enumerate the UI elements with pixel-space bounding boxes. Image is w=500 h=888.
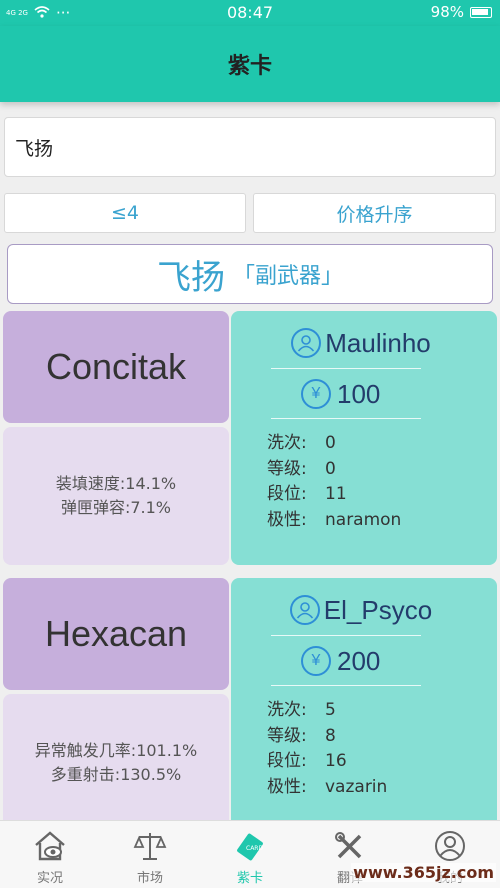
battery-icon: [470, 6, 492, 18]
price-display: ¥ 200: [301, 640, 380, 682]
riven-card[interactable]: Hexacan 异常触发几率:101.1% 多重射击:130.5% El_Psy…: [3, 578, 497, 838]
sort-filter-label: 价格升序: [336, 203, 413, 226]
detail-key: 洗次:: [267, 700, 307, 720]
riven-stat: 弹匣弹容:7.1%: [60, 498, 172, 517]
page-title: 紫卡: [227, 54, 272, 79]
detail-key: 等级:: [267, 458, 307, 479]
riven-details: 洗次: 0 等级: 0 段位: 11 极性: naramon: [267, 431, 401, 533]
tab-label: 紫卡: [236, 871, 263, 886]
detail-key: 段位:: [267, 751, 307, 771]
yen-icon: ¥: [301, 646, 331, 676]
price-value: 100: [337, 378, 381, 409]
seller-name: El_Psyco: [323, 594, 433, 625]
battery-percent: 98%: [430, 3, 464, 21]
riven-stat: 多重射击:130.5%: [50, 765, 182, 784]
riven-name: Concitak: [45, 346, 187, 387]
bottom-tab-bar: 实况 市场 CARD 紫卡 翻译 我的 www.365jz.com: [0, 820, 500, 888]
house-eye-icon: [32, 829, 68, 863]
detail-value: naramon: [325, 509, 402, 530]
detail-row: 极性: naramon: [267, 508, 401, 534]
seller-panel: Maulinho ¥ 100 洗次: 0 等级: 0 段位: 11 极性: naramo…: [231, 311, 497, 565]
detail-value: 5: [325, 700, 336, 720]
level-filter-button[interactable]: ≤4: [4, 193, 246, 233]
detail-key: 极性:: [267, 776, 307, 797]
detail-value: 0: [325, 433, 336, 453]
watermark: www.365jz.com: [351, 863, 496, 882]
detail-value: 11: [325, 484, 347, 504]
price-display: ¥ 100: [301, 373, 380, 415]
divider: [271, 685, 421, 686]
tab-riven[interactable]: CARD 紫卡: [200, 821, 300, 888]
user-icon: [432, 829, 468, 863]
yen-icon: ¥: [301, 379, 331, 409]
detail-row: 等级: 0: [267, 457, 401, 483]
detail-key: 等级:: [267, 725, 307, 746]
detail-row: 段位: 16: [267, 749, 387, 775]
divider: [271, 635, 421, 636]
detail-row: 极性: vazarin: [267, 775, 387, 801]
detail-row: 等级: 8: [267, 724, 387, 750]
riven-stat: 装填速度:14.1%: [55, 474, 177, 493]
item-header: 飞扬 「副武器」: [7, 244, 493, 304]
scale-icon: [132, 829, 168, 863]
detail-row: 段位: 11: [267, 482, 401, 508]
status-bar: 4G 2G ··· 08:47 98%: [0, 0, 500, 26]
search-value: 飞扬: [15, 137, 54, 160]
detail-value: vazarin: [325, 776, 388, 797]
detail-value: 0: [325, 458, 336, 479]
status-time: 08:47: [226, 3, 274, 22]
detail-key: 极性:: [267, 509, 307, 530]
detail-key: 洗次:: [267, 433, 307, 453]
riven-stat: 异常触发几率:101.1%: [34, 741, 198, 760]
search-input[interactable]: 飞扬: [4, 117, 496, 177]
riven-name-panel: Hexacan: [3, 578, 229, 690]
level-filter-label: ≤4: [110, 202, 139, 224]
item-type: 「副武器」: [232, 264, 343, 289]
tab-label: 实况: [36, 871, 63, 886]
price-value: 200: [337, 645, 381, 676]
tab-live[interactable]: 实况: [0, 821, 100, 888]
detail-key: 段位:: [267, 484, 307, 504]
item-name: 飞扬: [156, 257, 225, 298]
user-icon: [291, 328, 322, 358]
battery-status: 98%: [431, 3, 492, 21]
detail-value: 8: [325, 725, 336, 746]
riven-details: 洗次: 5 等级: 8 段位: 16 极性: vazarin: [267, 698, 387, 800]
detail-row: 洗次: 5: [267, 698, 387, 724]
title-bar: 紫卡: [0, 26, 500, 102]
riven-name-panel: Concitak: [3, 311, 229, 423]
riven-card[interactable]: Concitak 装填速度:14.1% 弹匣弹容:7.1% Maulinho ¥…: [3, 311, 497, 571]
detail-value: 16: [325, 751, 347, 771]
tab-label: 市场: [136, 871, 163, 886]
seller-name: Maulinho: [325, 327, 431, 358]
seller-panel: El_Psyco ¥ 200 洗次: 5 等级: 8 段位: 16 极性: vazari…: [231, 578, 497, 832]
tools-icon: [332, 829, 368, 863]
seller-info[interactable]: El_Psyco: [271, 590, 451, 630]
svg-text:CARD: CARD: [246, 845, 263, 852]
riven-stats-panel: 装填速度:14.1% 弹匣弹容:7.1%: [3, 427, 229, 565]
riven-name: Hexacan: [44, 613, 188, 654]
detail-row: 洗次: 0: [267, 431, 401, 457]
tab-market[interactable]: 市场: [100, 821, 200, 888]
riven-stats-panel: 异常触发几率:101.1% 多重射击:130.5%: [3, 694, 229, 832]
divider: [271, 368, 421, 369]
user-icon: [289, 595, 320, 625]
sort-filter-button[interactable]: 价格升序: [253, 193, 496, 233]
divider: [271, 418, 421, 419]
card-icon: CARD: [232, 829, 268, 863]
seller-info[interactable]: Maulinho: [271, 323, 451, 363]
